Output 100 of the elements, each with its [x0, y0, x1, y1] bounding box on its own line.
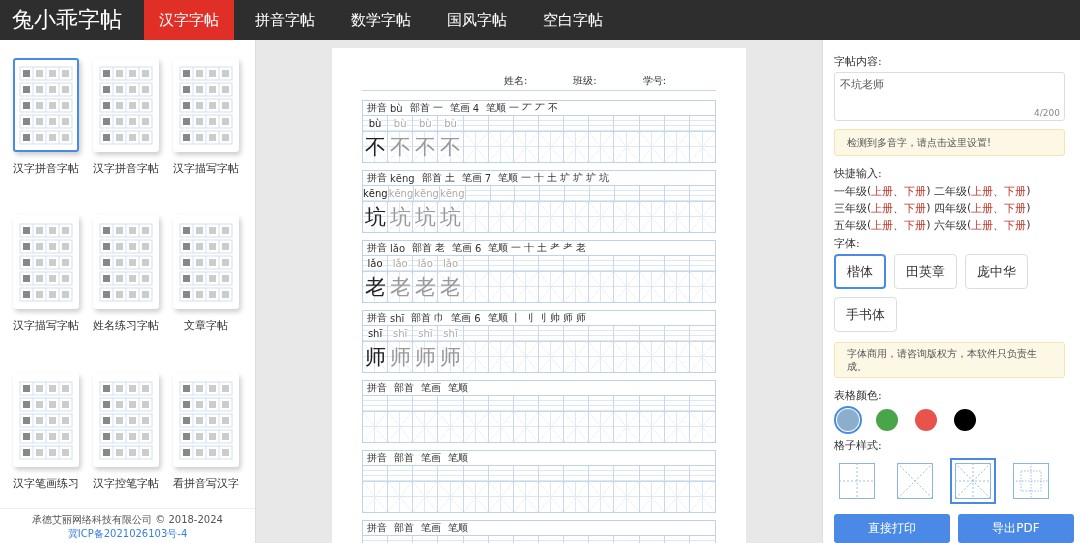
volume-link[interactable]: 上册	[871, 184, 894, 199]
field-label: 姓名:	[503, 74, 528, 88]
stroke-step: 一	[521, 171, 531, 185]
nav-tab[interactable]: 数学字帖	[336, 0, 426, 40]
template-label[interactable]: 看拼音写汉字	[173, 475, 239, 491]
character-grid-cell	[488, 412, 514, 442]
pinyin-grid-cell	[589, 116, 615, 132]
font-label: 字体:	[834, 236, 860, 251]
nav-tab[interactable]: 汉字字帖	[144, 0, 234, 40]
worksheet-thumbnail[interactable]	[13, 372, 79, 467]
polyphone-notice[interactable]: 检测到多音字，请点击这里设置!	[834, 129, 1065, 156]
template-label[interactable]: 汉字拼音字帖	[93, 161, 159, 176]
stroke-step: 帅	[549, 311, 560, 325]
volume-link[interactable]: 下册	[1004, 218, 1027, 233]
pinyin-grid-cell	[463, 396, 489, 412]
character-grid-cell	[488, 202, 514, 232]
volume-link[interactable]: 下册	[904, 201, 927, 216]
nav-tab[interactable]: 拼音字帖	[240, 0, 330, 40]
worksheet-thumbnail[interactable]	[93, 372, 159, 467]
content-textarea[interactable]: 不坑老师 4/200	[834, 72, 1065, 121]
pinyin-text: lǎo	[442, 257, 458, 270]
pinyin-grid-cell	[564, 256, 590, 272]
character-grid-cell	[463, 342, 489, 372]
worksheet-thumbnail[interactable]	[13, 215, 79, 310]
pinyin-grid-cell	[488, 256, 514, 272]
worksheet-thumbnail[interactable]	[13, 58, 79, 152]
worksheet-thumbnail[interactable]	[93, 58, 159, 152]
pinyin-grid-cell	[614, 256, 640, 272]
practice-character: 老	[440, 275, 461, 299]
font-option[interactable]: 手书体	[834, 297, 897, 332]
template-label[interactable]: 汉字控笔字帖	[93, 475, 159, 491]
character-grid-cell	[463, 272, 489, 302]
worksheet-thumbnail[interactable]	[93, 215, 159, 310]
character-grid-cell	[689, 482, 715, 512]
pinyin-label: 拼音	[367, 171, 387, 185]
pinyin-text: bù	[419, 117, 432, 130]
radical-label: 部首	[411, 311, 432, 325]
grid-style-option[interactable]	[950, 458, 996, 504]
volume-link[interactable]: 上册	[971, 201, 994, 216]
stroke-order-label: 笔顺	[487, 311, 508, 325]
icp-link[interactable]: 冀ICP备2021026103号-4	[2, 527, 253, 541]
volume-link[interactable]: 上册	[871, 201, 894, 216]
stroke-count-label: 笔画	[421, 381, 441, 395]
stroke-step: 土	[537, 241, 548, 255]
pinyin-grid-cell	[589, 466, 615, 482]
character-grid-cell	[539, 202, 565, 232]
volume-link[interactable]: 下册	[904, 184, 927, 199]
font-option[interactable]: 楷体	[834, 254, 886, 289]
pinyin-text: lǎo	[367, 257, 383, 270]
character-grid-cell	[614, 132, 640, 162]
pinyin-value: lǎo	[390, 242, 406, 254]
pinyin-grid-cell	[539, 326, 565, 342]
font-option[interactable]: 田英章	[894, 254, 957, 289]
radical-label: 部首	[409, 101, 430, 115]
template-label[interactable]: 姓名练习字帖	[93, 318, 159, 334]
character-grid-cell	[539, 412, 565, 442]
pinyin-grid-cell	[463, 466, 489, 482]
nav-tab[interactable]: 空白字帖	[528, 0, 618, 40]
pinyin-text: kēng	[388, 187, 414, 200]
separator: 、	[993, 201, 1005, 216]
volume-link[interactable]: 下册	[904, 218, 927, 233]
worksheet-thumbnail[interactable]	[173, 58, 239, 152]
pinyin-grid-cell	[614, 396, 640, 412]
volume-link[interactable]: 上册	[871, 218, 894, 233]
pinyin-grid-cell	[615, 186, 641, 202]
nav-tab[interactable]: 国风字帖	[432, 0, 522, 40]
template-label[interactable]: 汉字描写字帖	[13, 318, 79, 334]
pinyin-grid-cell	[664, 396, 690, 412]
volume-link[interactable]: 下册	[1004, 184, 1027, 199]
stroke-step: 丆	[522, 101, 533, 115]
character-grid-cell	[689, 272, 715, 302]
stroke-step: 师	[575, 311, 586, 325]
worksheet-thumbnail[interactable]	[173, 215, 239, 310]
content-label: 字帖内容:	[834, 54, 882, 69]
radical-value: 一	[432, 101, 443, 115]
character-grid-cell	[614, 342, 640, 372]
pinyin-grid-cell	[463, 116, 489, 132]
grade-label: 一年级	[834, 184, 867, 199]
practice-character: 老	[389, 275, 411, 299]
font-option[interactable]: 庞中华	[965, 254, 1028, 289]
character-grid-cell	[639, 132, 665, 162]
character-grid-cell	[488, 482, 514, 512]
character-grid-cell	[614, 412, 640, 442]
character-grid-cell	[589, 202, 615, 232]
template-label[interactable]: 汉字描写字帖	[173, 161, 239, 176]
template-label[interactable]: 汉字笔画练习	[13, 475, 79, 491]
volume-link[interactable]: 上册	[971, 218, 994, 233]
radical-value: 老	[435, 241, 446, 255]
volume-link[interactable]: 下册	[1004, 201, 1027, 216]
character-grid-cell	[689, 412, 715, 442]
worksheet-thumbnail[interactable]	[173, 372, 239, 467]
pinyin-grid-cell	[664, 326, 690, 342]
stroke-step: 土	[547, 171, 557, 185]
stroke-step: 刂	[523, 311, 534, 325]
template-label[interactable]: 汉字拼音字帖	[13, 161, 79, 176]
practice-character: 坑	[364, 205, 386, 229]
template-label[interactable]: 文章字帖	[184, 318, 228, 334]
character-grid-cell	[664, 202, 690, 232]
volume-link[interactable]: 上册	[971, 184, 994, 199]
radical-label: 部首	[394, 381, 414, 395]
